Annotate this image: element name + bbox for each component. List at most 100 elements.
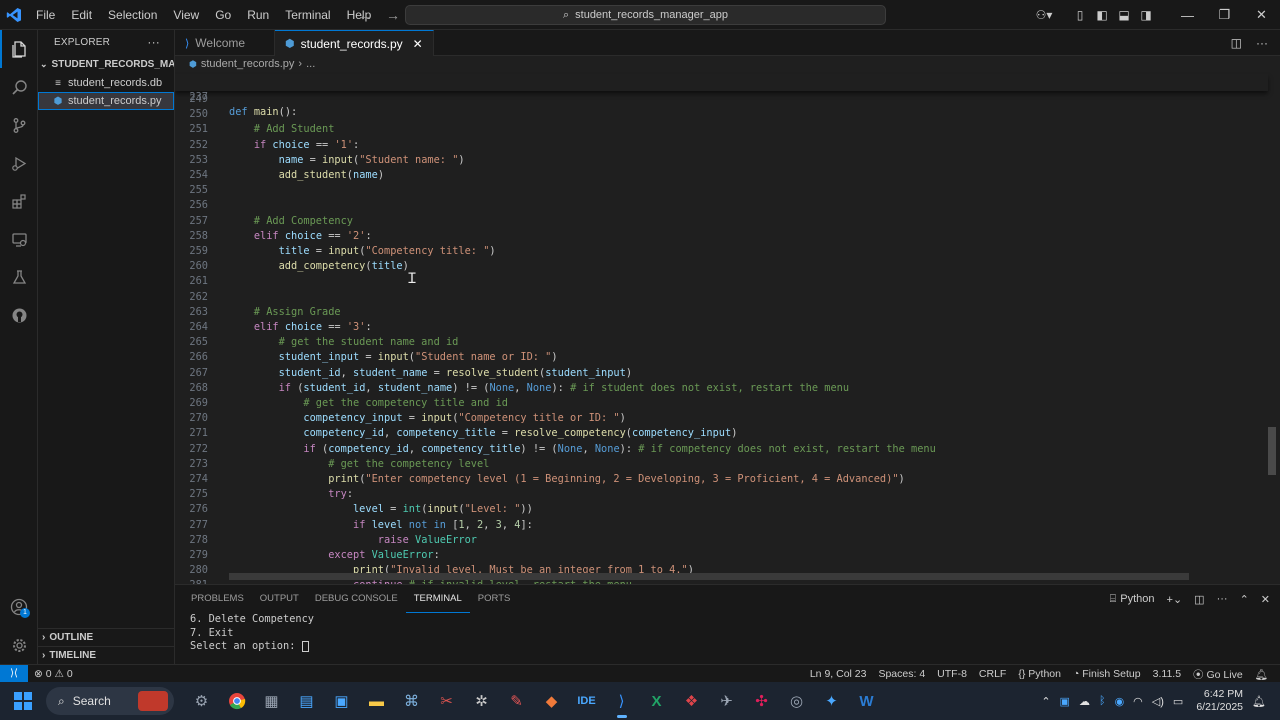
split-terminal-icon[interactable]: ◫ <box>1194 593 1204 606</box>
vertical-scrollbar[interactable] <box>1268 427 1276 475</box>
new-terminal-icon[interactable]: +⌄ <box>1167 593 1183 606</box>
layout-toggle-secondary-icon[interactable]: ◨ <box>1135 8 1157 22</box>
extensions-icon[interactable] <box>0 182 38 220</box>
menu-selection[interactable]: Selection <box>100 0 165 30</box>
code-line[interactable]: 266 student_input = input("Student name … <box>175 350 1268 365</box>
pen-app-icon[interactable]: ✎ <box>499 682 534 720</box>
close-tab-icon[interactable]: ✕ <box>413 37 423 51</box>
word-app-icon[interactable]: W <box>849 682 884 720</box>
restore-icon[interactable]: ❐ <box>1206 7 1243 23</box>
terminal-shell-label[interactable]: Python <box>1120 593 1154 605</box>
tab-output[interactable]: OUTPUT <box>252 585 307 613</box>
tab-welcome[interactable]: ⟩ Welcome <box>175 30 275 56</box>
ide-app-icon[interactable]: IDE <box>569 682 604 720</box>
remote-indicator-icon[interactable]: ⟩⟨ <box>0 664 28 683</box>
file-item-db[interactable]: ≡ student_records.db <box>38 74 174 92</box>
menu-go[interactable]: Go <box>207 0 239 30</box>
go-live[interactable]: ⦿ Go Live <box>1187 667 1249 682</box>
code-line[interactable]: 264 elif choice == '3': <box>175 320 1268 335</box>
breadcrumb-file[interactable]: student_records.py <box>201 58 295 70</box>
horizontal-scrollbar[interactable] <box>229 573 1189 580</box>
finish-setup[interactable]: ◔ Finish Setup <box>1067 668 1147 680</box>
minimize-icon[interactable]: — <box>1169 8 1206 23</box>
indentation[interactable]: Spaces: 4 <box>872 668 931 680</box>
settings-app-icon[interactable]: ⚙ <box>184 682 219 720</box>
network-app-icon[interactable]: ⌘ <box>394 682 429 720</box>
layout-toggle-panel-icon[interactable]: ⬓ <box>1113 8 1135 22</box>
file-item-py[interactable]: ⬢ student_records.py <box>38 92 174 110</box>
problems-status[interactable]: ⊗ 0 ⚠ 0 <box>28 668 79 680</box>
code-line[interactable]: 278 raise ValueError <box>175 533 1268 548</box>
more-actions-icon[interactable]: ··· <box>1217 593 1228 605</box>
code-line[interactable]: 265 # get the student name and id <box>175 335 1268 350</box>
encoding[interactable]: UTF-8 <box>931 668 973 680</box>
code-line[interactable]: 253 name = input("Student name: ") <box>175 153 1268 168</box>
menu-terminal[interactable]: Terminal <box>277 0 338 30</box>
code-line[interactable]: 259 title = input("Competency title: ") <box>175 244 1268 259</box>
taskbar-search[interactable]: ⌕ Search <box>46 687 174 715</box>
store-app-icon[interactable]: ▣ <box>324 682 359 720</box>
git-app-icon[interactable]: ◆ <box>534 682 569 720</box>
settings-gear-icon[interactable] <box>0 626 38 664</box>
layout-toggle-sidebar-icon[interactable]: ▯ <box>1069 8 1091 22</box>
source-control-icon[interactable] <box>0 106 38 144</box>
vscode-app-icon[interactable]: ⟩ <box>604 682 639 720</box>
code-line[interactable]: 251 # Add Student <box>175 122 1268 137</box>
bird-app-icon[interactable]: ✈ <box>709 682 744 720</box>
code-line[interactable]: 270 competency_input = input("Competency… <box>175 411 1268 426</box>
slack-app-icon[interactable]: ✣ <box>744 682 779 720</box>
accounts-icon[interactable]: 1 <box>0 588 38 626</box>
chrome-dev-app-icon[interactable]: ◎ <box>779 682 814 720</box>
search-icon[interactable] <box>0 68 38 106</box>
tray-app-icon[interactable]: ▣ <box>1060 695 1070 708</box>
language-mode[interactable]: {} Python <box>1012 668 1067 680</box>
code-line[interactable]: 276 level = int(input("Level: ")) <box>175 502 1268 517</box>
menu-edit[interactable]: Edit <box>63 0 100 30</box>
forward-arrow-icon[interactable]: → <box>386 7 400 23</box>
code-line[interactable]: 258 elif choice == '2': <box>175 229 1268 244</box>
notepad-app-icon[interactable]: ▤ <box>289 682 324 720</box>
code-line[interactable]: 263 # Assign Grade <box>175 305 1268 320</box>
tab-debug-console[interactable]: DEBUG CONSOLE <box>307 585 406 613</box>
testing-icon[interactable] <box>0 258 38 296</box>
more-actions-icon[interactable]: ··· <box>1256 36 1268 50</box>
notifications-icon[interactable]: 🔔︎ <box>1252 695 1266 708</box>
tab-ports[interactable]: PORTS <box>470 585 519 613</box>
menu-file[interactable]: File <box>28 0 63 30</box>
code-line[interactable]: 261 <box>175 274 1268 289</box>
split-editor-icon[interactable]: ◫ <box>1231 36 1242 50</box>
windows-start-icon[interactable] <box>0 682 46 720</box>
workspace-folder[interactable]: ⌄ STUDENT_RECORDS_MAN... <box>38 54 174 74</box>
code-line[interactable]: 275 try: <box>175 487 1268 502</box>
maximize-panel-icon[interactable]: ⌃ <box>1240 593 1249 606</box>
volume-icon[interactable]: ◁) <box>1152 695 1164 708</box>
close-window-icon[interactable]: ✕ <box>1243 7 1280 23</box>
more-actions-icon[interactable]: ··· <box>147 35 160 49</box>
code-line[interactable]: 257 # Add Competency <box>175 214 1268 229</box>
command-center-search[interactable]: ⌕ student_records_manager_app <box>405 5 886 25</box>
code-line[interactable]: 277 if level not in [1, 2, 3, 4]: <box>175 518 1268 533</box>
code-line[interactable]: 256 <box>175 198 1268 213</box>
code-editor[interactable]: 237 def main(): 249 250 251 # Add Student 2… <box>175 72 1280 584</box>
tab-problems[interactable]: PROBLEMS <box>183 585 252 613</box>
clock[interactable]: 6:42 PM 6/21/2025 <box>1196 688 1243 714</box>
menu-run[interactable]: Run <box>239 0 277 30</box>
chevron-up-icon[interactable]: ⌃ <box>1041 695 1050 708</box>
run-debug-icon[interactable] <box>0 144 38 182</box>
back-arrow-icon[interactable]: ← <box>358 7 372 23</box>
wifi-icon[interactable]: ◠ <box>1133 695 1143 708</box>
red-app-icon[interactable]: ❖ <box>674 682 709 720</box>
tab-terminal[interactable]: TERMINAL <box>405 585 470 613</box>
code-line[interactable]: 252 if choice == '1': <box>175 138 1268 153</box>
excel-app-icon[interactable]: X <box>639 682 674 720</box>
battery-icon[interactable]: ▭ <box>1173 695 1183 708</box>
code-line[interactable]: 262 <box>175 290 1268 305</box>
end-of-line[interactable]: CRLF <box>973 668 1012 680</box>
gear-app-icon[interactable]: ✲ <box>464 682 499 720</box>
github-icon[interactable] <box>0 296 38 334</box>
explorer-icon[interactable] <box>0 30 38 68</box>
calculator-app-icon[interactable]: ▦ <box>254 682 289 720</box>
code-line[interactable]: 279 except ValueError: <box>175 548 1268 563</box>
sticky-scroll-header[interactable]: 237 def main(): <box>175 74 1268 118</box>
file-explorer-app-icon[interactable]: ▬ <box>359 682 394 720</box>
